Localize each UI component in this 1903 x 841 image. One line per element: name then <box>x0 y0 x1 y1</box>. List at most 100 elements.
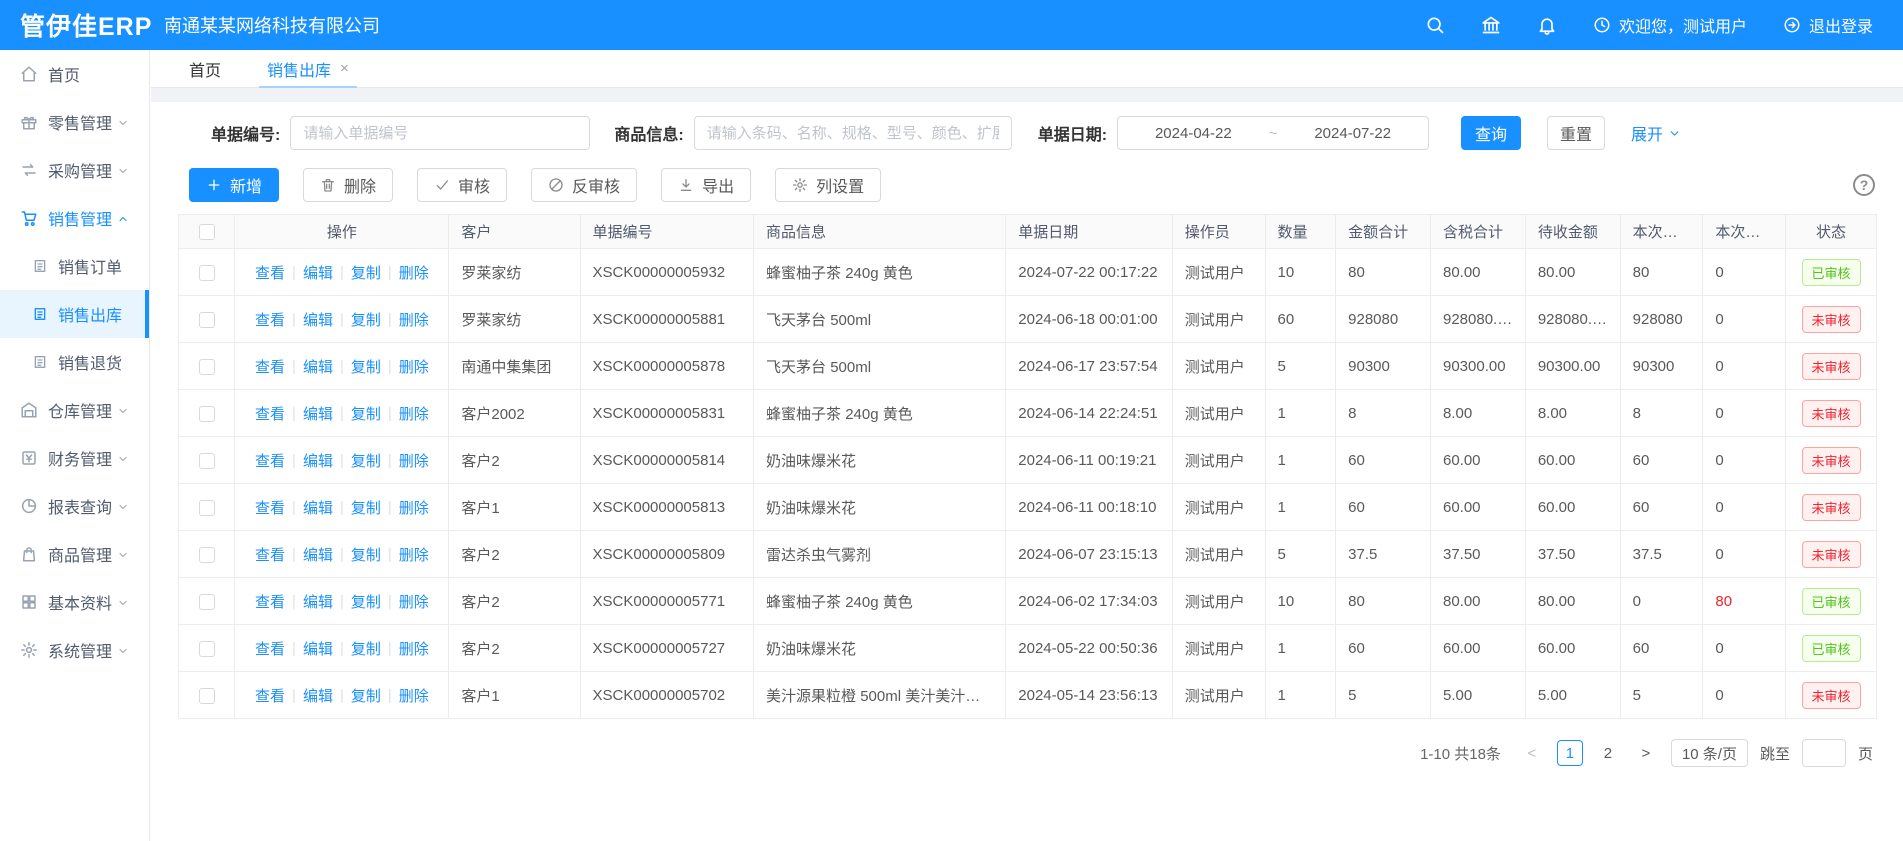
sidebar-item-home[interactable]: 首页 <box>0 50 149 98</box>
row-action-copy[interactable]: 复制 <box>351 497 381 518</box>
row-action-view[interactable]: 查看 <box>255 591 285 612</box>
sidebar-item-retail[interactable]: 零售管理 <box>0 98 149 146</box>
link-separator: | <box>340 358 344 375</box>
sidebar-subitem[interactable]: 销售订单 <box>0 242 149 290</box>
row-action-delete[interactable]: 删除 <box>399 544 429 565</box>
date-start[interactable]: 2024-04-22 <box>1155 125 1232 142</box>
sidebar-subitem[interactable]: 销售退货 <box>0 338 149 386</box>
row-action-copy[interactable]: 复制 <box>351 638 381 659</box>
download-button[interactable]: 导出 <box>661 168 751 202</box>
jump-page-input[interactable] <box>1802 739 1846 767</box>
doc-no-input[interactable] <box>290 116 590 150</box>
expand-link[interactable]: 展开 <box>1631 121 1681 145</box>
row-action-edit[interactable]: 编辑 <box>303 309 333 330</box>
row-action-view[interactable]: 查看 <box>255 309 285 330</box>
row-checkbox[interactable] <box>199 641 215 657</box>
row-action-delete[interactable]: 删除 <box>399 309 429 330</box>
row-action-edit[interactable]: 编辑 <box>303 544 333 565</box>
page-size-select[interactable]: 10 条/页 <box>1671 739 1748 767</box>
welcome-user[interactable]: 欢迎您，测试用户 <box>1593 13 1747 37</box>
row-checkbox[interactable] <box>199 547 215 563</box>
row-action-copy[interactable]: 复制 <box>351 544 381 565</box>
row-action-view[interactable]: 查看 <box>255 262 285 283</box>
row-action-edit[interactable]: 编辑 <box>303 356 333 377</box>
row-action-edit[interactable]: 编辑 <box>303 450 333 471</box>
row-action-copy[interactable]: 复制 <box>351 309 381 330</box>
row-action-edit[interactable]: 编辑 <box>303 638 333 659</box>
row-action-view[interactable]: 查看 <box>255 638 285 659</box>
row-action-edit[interactable]: 编辑 <box>303 497 333 518</box>
sidebar-item-goods[interactable]: 商品管理 <box>0 530 149 578</box>
row-action-view[interactable]: 查看 <box>255 356 285 377</box>
row-action-delete[interactable]: 删除 <box>399 591 429 612</box>
row-checkbox[interactable] <box>199 453 215 469</box>
row-action-view[interactable]: 查看 <box>255 403 285 424</box>
row-action-copy[interactable]: 复制 <box>351 591 381 612</box>
date-end[interactable]: 2024-07-22 <box>1314 125 1391 142</box>
sidebar-item-report[interactable]: 报表查询 <box>0 482 149 530</box>
row-action-copy[interactable]: 复制 <box>351 262 381 283</box>
row-action-view[interactable]: 查看 <box>255 497 285 518</box>
cell-actions: 查看|编辑|复制|删除 <box>235 296 449 343</box>
sidebar-item-finance[interactable]: 财务管理 <box>0 434 149 482</box>
sidebar-item-cart[interactable]: 销售管理 <box>0 194 149 242</box>
row-action-delete[interactable]: 删除 <box>399 685 429 706</box>
sidebar-item-purchase[interactable]: 采购管理 <box>0 146 149 194</box>
row-action-copy[interactable]: 复制 <box>351 450 381 471</box>
row-action-delete[interactable]: 删除 <box>399 403 429 424</box>
date-range-picker[interactable]: 2024-04-22 ~ 2024-07-22 <box>1117 116 1429 150</box>
bank-icon[interactable] <box>1481 15 1501 35</box>
sidebar-item-system[interactable]: 系统管理 <box>0 626 149 674</box>
page-number-1[interactable]: 1 <box>1557 740 1583 766</box>
prev-page-button[interactable]: < <box>1519 740 1545 766</box>
search-button[interactable]: 查询 <box>1461 116 1521 150</box>
plus-button[interactable]: 新增 <box>189 168 279 202</box>
gear-button[interactable]: 列设置 <box>775 168 881 202</box>
page-number-2[interactable]: 2 <box>1595 740 1621 766</box>
close-icon[interactable]: × <box>340 60 349 77</box>
next-page-button[interactable]: > <box>1633 740 1659 766</box>
help-icon[interactable]: ? <box>1853 174 1875 196</box>
row-action-delete[interactable]: 删除 <box>399 262 429 283</box>
row-action-delete[interactable]: 删除 <box>399 497 429 518</box>
row-checkbox[interactable] <box>199 688 215 704</box>
row-action-view[interactable]: 查看 <box>255 685 285 706</box>
row-checkbox[interactable] <box>199 406 215 422</box>
logout-button[interactable]: 退出登录 <box>1783 13 1873 37</box>
select-all-checkbox[interactable] <box>199 224 215 240</box>
tab-sales-outbound[interactable]: 销售出库× <box>267 50 349 87</box>
row-action-view[interactable]: 查看 <box>255 450 285 471</box>
bell-icon[interactable] <box>1537 15 1557 35</box>
row-action-delete[interactable]: 删除 <box>399 450 429 471</box>
row-action-copy[interactable]: 复制 <box>351 685 381 706</box>
product-input[interactable] <box>694 116 1012 150</box>
row-action-delete[interactable]: 删除 <box>399 356 429 377</box>
cell-operator: 测试用户 <box>1172 672 1265 719</box>
row-action-copy[interactable]: 复制 <box>351 356 381 377</box>
row-checkbox[interactable] <box>199 500 215 516</box>
row-checkbox[interactable] <box>199 594 215 610</box>
trash-button[interactable]: 删除 <box>303 168 393 202</box>
sidebar-item-label: 财务管理 <box>48 446 112 470</box>
chevron-down-icon <box>117 548 129 560</box>
sidebar-subitem[interactable]: 销售出库 <box>0 290 149 338</box>
row-checkbox[interactable] <box>199 265 215 281</box>
row-checkbox[interactable] <box>199 312 215 328</box>
search-icon[interactable] <box>1425 15 1445 35</box>
row-action-edit[interactable]: 编辑 <box>303 403 333 424</box>
row-action-view[interactable]: 查看 <box>255 544 285 565</box>
row-action-copy[interactable]: 复制 <box>351 403 381 424</box>
reset-button[interactable]: 重置 <box>1547 116 1605 150</box>
row-action-edit[interactable]: 编辑 <box>303 685 333 706</box>
row-action-delete[interactable]: 删除 <box>399 638 429 659</box>
ban-button[interactable]: 反审核 <box>531 168 637 202</box>
row-action-edit[interactable]: 编辑 <box>303 591 333 612</box>
row-checkbox[interactable] <box>199 359 215 375</box>
cell-receivable: 80.00 <box>1525 578 1620 625</box>
doc-no-label: 单据编号: <box>211 121 280 145</box>
check-button[interactable]: 审核 <box>417 168 507 202</box>
row-action-edit[interactable]: 编辑 <box>303 262 333 283</box>
tab-home[interactable]: 首页 <box>189 50 221 87</box>
sidebar-item-warehouse[interactable]: 仓库管理 <box>0 386 149 434</box>
sidebar-item-basic[interactable]: 基本资料 <box>0 578 149 626</box>
